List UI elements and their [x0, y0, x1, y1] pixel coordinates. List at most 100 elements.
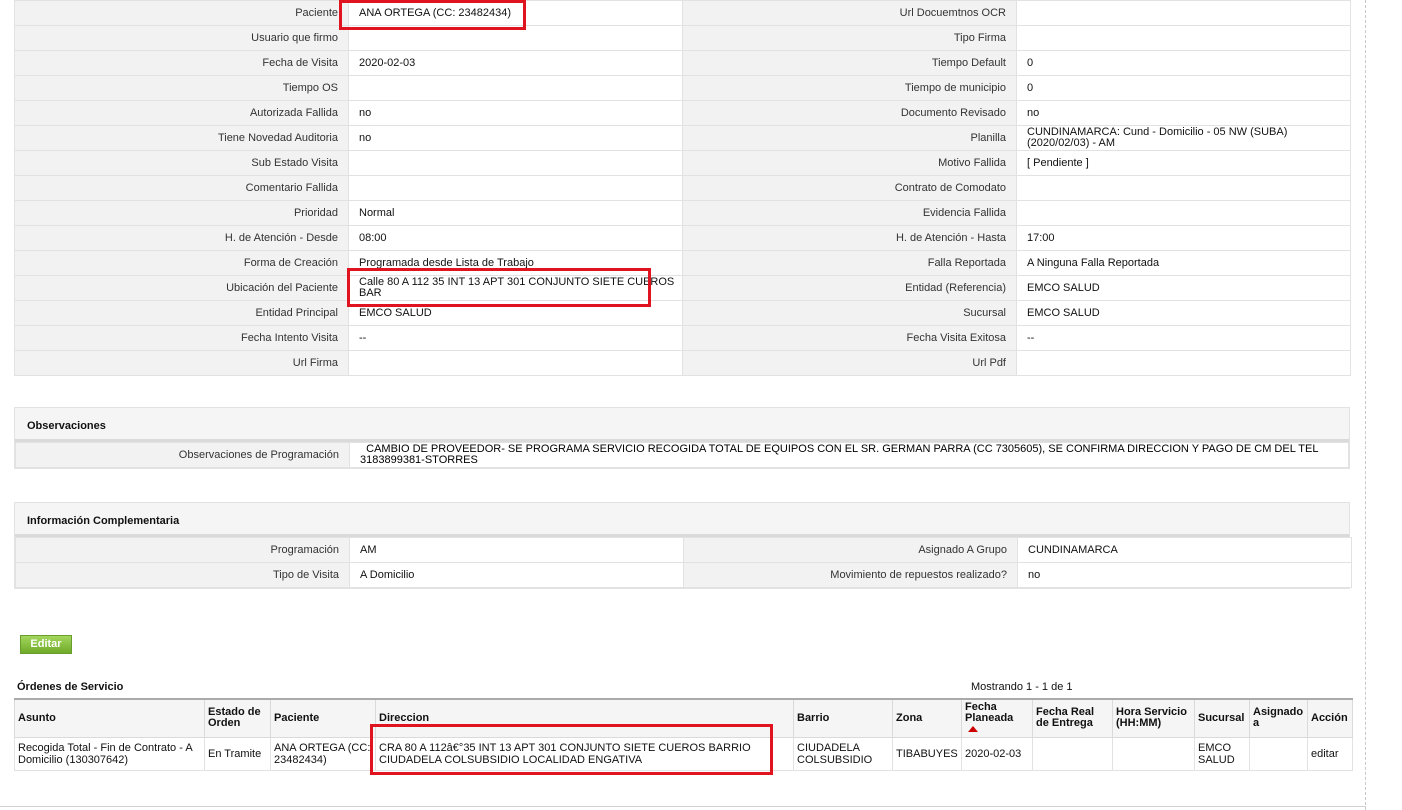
orders-column-header[interactable]: Direccion [375, 698, 794, 738]
complementaria-cell-label: Programación [15, 537, 350, 563]
orders-column-header[interactable]: Sucursal [1194, 698, 1250, 738]
details-cell-label: Url Pdf [682, 350, 1017, 376]
details-cell-value: Programada desde Lista de Trabajo [348, 250, 683, 276]
table-row: Recogida Total - Fin de Contrato - A Dom… [14, 736, 1353, 771]
details-cell-value: 0 [1016, 75, 1351, 101]
dashed-divider [1365, 0, 1366, 810]
details-cell-label: Documento Revisado [682, 100, 1017, 126]
orders-column-header-label: Acción [1311, 711, 1348, 724]
details-cell-value [1016, 175, 1351, 201]
details-row: Prioridad Normal Evidencia Fallida [14, 200, 1351, 226]
orders-column-header[interactable]: Hora Servicio (HH:MM) [1112, 698, 1195, 738]
details-cell-value [348, 150, 683, 176]
orders-title: Órdenes de Servicio [17, 681, 124, 693]
orders-column-header[interactable]: Asunto [14, 698, 205, 738]
complementaria-cell-label: Tipo de Visita [15, 562, 350, 588]
details-cell-label: Entidad Principal [14, 300, 349, 326]
details-cell-value: -- [1016, 325, 1351, 351]
details-cell-value: no [348, 100, 683, 126]
orders-cell-zona: TIBABUYES [892, 736, 962, 771]
details-cell-value: A Ninguna Falla Reportada [1016, 250, 1351, 276]
observaciones-panel: Observaciones Observaciones de Programac… [14, 407, 1350, 469]
details-cell-label: Url Firma [14, 350, 349, 376]
informacion-complementaria-panel: Información Complementaria Programación A… [14, 502, 1352, 589]
details-cell-value: [ Pendiente ] [1016, 150, 1351, 176]
complementaria-row: Tipo de Visita A Domicilio Movimiento de r… [15, 562, 1352, 588]
orders-cell-hora [1112, 736, 1195, 771]
complementaria-title: Información Complementaria [15, 503, 1349, 537]
details-cell-value: no [1016, 100, 1351, 126]
orders-column-header[interactable]: Estado de Orden [204, 698, 271, 738]
sort-ascending-icon[interactable] [968, 725, 978, 732]
orders-column-header-label: Barrio [797, 711, 830, 724]
details-row: Autorizada Fallida no Documento Revisado no [14, 100, 1351, 126]
orders-column-header-label: Hora Servicio (HH:MM) [1116, 706, 1187, 730]
observaciones-title: Observaciones [15, 408, 1349, 442]
service-orders-table: Asunto Estado de Orden Paciente Direccion Ba… [14, 698, 1353, 771]
details-row: Comentario Fallida Contrato de Comodato [14, 175, 1351, 201]
editar-button[interactable]: Editar [20, 635, 72, 654]
details-cell-value: 2020-02-03 [348, 50, 683, 76]
details-row: Entidad Principal EMCO SALUD Sucursal EMCO … [14, 300, 1351, 326]
details-cell-label: Tiempo de municipio [682, 75, 1017, 101]
orders-column-header-label: Asunto [18, 711, 56, 724]
orders-column-header-label: Asignado a [1253, 706, 1304, 730]
orders-column-header-label: Fecha Real de Entrega [1036, 706, 1095, 730]
orders-column-header[interactable]: Fecha Real de Entrega [1032, 698, 1113, 738]
details-cell-value: EMCO SALUD [348, 300, 683, 326]
details-cell-value [348, 75, 683, 101]
details-cell-label: Tipo Firma [682, 25, 1017, 51]
orders-column-header[interactable]: Barrio [793, 698, 893, 738]
details-cell-label: Falla Reportada [682, 250, 1017, 276]
details-cell-label: Paciente [14, 0, 349, 26]
details-row: Fecha Intento Visita -- Fecha Visita Exito… [14, 325, 1351, 351]
orders-column-header-label: Direccion [379, 711, 430, 724]
bottom-divider [0, 806, 1366, 807]
complementaria-cell-value: no [1017, 562, 1352, 588]
orders-cell-paciente[interactable]: ANA ORTEGA (CC: 23482434) [270, 736, 376, 771]
details-row: Sub Estado Visita Motivo Fallida[ Pendien… [14, 150, 1351, 176]
orders-column-header[interactable]: Fecha Planeada [961, 698, 1033, 738]
details-cell-label: Fecha de Visita [14, 50, 349, 76]
details-row: Paciente ANA ORTEGA (CC: 23482434) Url Doc… [14, 0, 1351, 26]
details-row: Usuario que firmo Tipo Firma [14, 25, 1351, 51]
orders-column-header-label: Paciente [274, 711, 320, 724]
details-cell-label: H. de Atención - Hasta [682, 225, 1017, 251]
orders-column-header[interactable]: Zona [892, 698, 962, 738]
details-row: Fecha de Visita 2020-02-03 Tiempo Default 0 [14, 50, 1351, 76]
details-cell-value [1016, 0, 1351, 26]
orders-cell-estado: En Tramite [204, 736, 271, 771]
details-cell-value: EMCO SALUD [1016, 300, 1351, 326]
orders-cell-fecha-planeada: 2020-02-03 [961, 736, 1033, 771]
observaciones-label: Observaciones de Programación [15, 442, 350, 468]
details-cell-label: Prioridad [14, 200, 349, 226]
details-cell-value: ANA ORTEGA (CC: 23482434) [348, 0, 683, 26]
complementaria-cell-value: A Domicilio [349, 562, 684, 588]
orders-column-header-label: Sucursal [1198, 711, 1245, 724]
orders-cell-accion[interactable]: editar [1307, 736, 1353, 771]
details-cell-label: Usuario que firmo [14, 25, 349, 51]
details-cell-label: Tiempo Default [682, 50, 1017, 76]
details-cell-label: Sub Estado Visita [14, 150, 349, 176]
details-row: Tiene Novedad Auditoria no Planilla CUNDINA… [14, 125, 1351, 151]
details-cell-value [348, 25, 683, 51]
details-cell-label: Fecha Intento Visita [14, 325, 349, 351]
details-row: Ubicación del Paciente Calle 80 A 112 35 … [14, 275, 1351, 301]
details-cell-label: Planilla [682, 125, 1017, 151]
orders-column-header[interactable]: Paciente [270, 698, 376, 738]
details-cell-value: Normal [348, 200, 683, 226]
orders-cell-barrio: CIUDADELA COLSUBSIDIO [793, 736, 893, 771]
details-cell-label: Contrato de Comodato [682, 175, 1017, 201]
details-cell-label: Motivo Fallida [682, 150, 1017, 176]
details-cell-label: Ubicación del Paciente [14, 275, 349, 301]
orders-count: Mostrando 1 - 1 de 1 [971, 681, 1073, 693]
orders-cell-fecha-real [1032, 736, 1113, 771]
orders-column-header-label: Zona [896, 711, 923, 724]
complementaria-cell-value: AM [349, 537, 684, 563]
details-cell-label: Tiene Novedad Auditoria [14, 125, 349, 151]
details-cell-value [348, 175, 683, 201]
details-cell-value: 08:00 [348, 225, 683, 251]
orders-column-header[interactable]: Acción [1307, 698, 1353, 738]
orders-column-header[interactable]: Asignado a [1249, 698, 1308, 738]
orders-cell-asunto[interactable]: Recogida Total - Fin de Contrato - A Dom… [14, 736, 205, 771]
